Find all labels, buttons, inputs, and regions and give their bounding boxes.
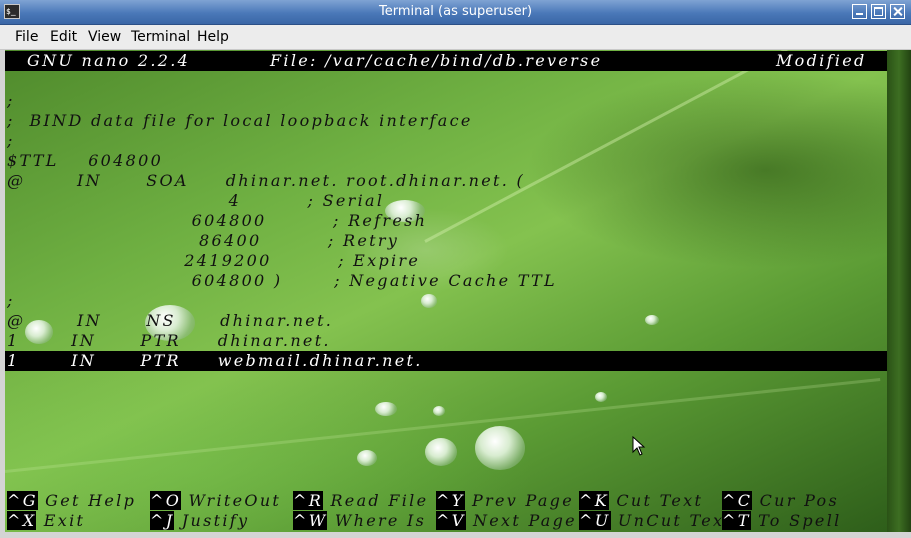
shortcut-label: UnCut Text	[610, 511, 734, 530]
shortcut-label: WriteOut	[181, 491, 282, 510]
menu-terminal[interactable]: Terminal	[131, 25, 190, 49]
close-button[interactable]	[890, 4, 905, 19]
cursor-line-highlight: 1 IN PTR webmail.dhinar.net.	[5, 351, 887, 371]
shortcut-key: ^C	[722, 491, 753, 510]
scrollbar[interactable]	[887, 50, 911, 532]
shortcut-justify[interactable]: ^J Justify	[150, 511, 249, 531]
shortcut-key: ^K	[579, 491, 609, 510]
file-line: ;	[7, 291, 15, 310]
shortcut-key: ^J	[150, 511, 175, 530]
file-line: @ IN NS dhinar.net.	[7, 311, 334, 330]
shortcut-label: Cur Pos	[752, 491, 839, 510]
shortcut-uncut-text[interactable]: ^U UnCut Text	[579, 511, 733, 531]
shortcut-key: ^G	[7, 491, 38, 510]
shortcut-key: ^O	[150, 491, 182, 510]
mouse-pointer-icon	[632, 436, 646, 456]
water-drop	[433, 406, 445, 416]
shortcut-key: ^Y	[436, 491, 465, 510]
menu-help[interactable]: Help	[197, 25, 229, 49]
shortcut-cur-pos[interactable]: ^C Cur Pos	[722, 491, 839, 511]
file-line: ; BIND data file for local loopback inte…	[7, 111, 473, 130]
water-drop	[645, 315, 659, 325]
shortcut-key: ^U	[579, 511, 611, 530]
shortcut-key: ^W	[293, 511, 328, 530]
menu-file[interactable]: File	[15, 25, 38, 49]
menu-edit[interactable]: Edit	[50, 25, 77, 49]
shortcut-label: Read File	[323, 491, 429, 510]
window-title: Terminal (as superuser)	[378, 4, 533, 19]
shortcut-prev-page[interactable]: ^Y Prev Page	[436, 491, 574, 511]
file-line: ;	[7, 91, 15, 110]
file-line: @ IN SOA dhinar.net. root.dhinar.net. (	[7, 171, 526, 190]
file-line: 1 IN PTR dhinar.net.	[7, 331, 331, 350]
shortcut-exit[interactable]: ^X Exit	[7, 511, 85, 531]
water-drop	[375, 402, 397, 416]
nano-version: GNU nano 2.2.4	[27, 51, 191, 70]
shortcut-label: Get Help	[37, 491, 137, 510]
menu-bar: File Edit View Terminal Help	[0, 25, 911, 50]
shortcut-label: Prev Page	[464, 491, 574, 510]
shortcut-label: Cut Text	[608, 491, 704, 510]
shortcut-label: Justify	[174, 511, 250, 530]
nano-filename: File: /var/cache/bind/db.reverse	[270, 51, 603, 70]
shortcut-where-is[interactable]: ^W Where Is	[293, 511, 426, 531]
terminal-screen[interactable]: GNU nano 2.2.4 File: /var/cache/bind/db.…	[5, 50, 887, 532]
file-line: 604800 ; Refresh	[7, 211, 428, 230]
nano-header: GNU nano 2.2.4 File: /var/cache/bind/db.…	[5, 51, 887, 71]
file-line: 604800 ) ; Negative Cache TTL	[7, 271, 557, 290]
shortcut-next-page[interactable]: ^V Next Page	[436, 511, 577, 531]
shortcut-cut-text[interactable]: ^K Cut Text	[579, 491, 703, 511]
shortcut-to-spell[interactable]: ^T To Spell	[722, 511, 842, 531]
shortcut-key: ^R	[293, 491, 324, 510]
nano-status: Modified	[776, 51, 867, 70]
water-drop	[595, 392, 607, 402]
water-drop	[425, 438, 457, 466]
file-line: $TTL 604800	[7, 151, 164, 170]
maximize-button[interactable]	[871, 4, 886, 19]
file-line: 4 ; Serial	[7, 191, 385, 210]
shortcut-label: Next Page	[465, 511, 577, 530]
file-line-current: 1 IN PTR webmail.dhinar.net.	[7, 351, 423, 370]
file-line: 2419200 ; Expire	[7, 251, 421, 270]
title-bar[interactable]: $_ Terminal (as superuser)	[0, 0, 911, 25]
minimize-button[interactable]	[852, 4, 867, 19]
window-frame-bottom	[0, 532, 911, 538]
shortcut-label: Where Is	[327, 511, 427, 530]
shortcut-key: ^T	[722, 511, 751, 530]
shortcut-label: To Spell	[750, 511, 842, 530]
shortcut-label: Exit	[36, 511, 86, 530]
terminal-window: $_ Terminal (as superuser) File Edit Vie…	[0, 0, 911, 538]
shortcut-key: ^V	[436, 511, 466, 530]
file-line: ;	[7, 131, 15, 150]
leaf-vein	[424, 50, 797, 243]
shortcut-writeout[interactable]: ^O WriteOut	[150, 491, 281, 511]
shortcut-key: ^X	[7, 511, 37, 530]
shortcut-get-help[interactable]: ^G Get Help	[7, 491, 136, 511]
water-drop	[357, 450, 377, 466]
shortcut-read-file[interactable]: ^R Read File	[293, 491, 428, 511]
menu-view[interactable]: View	[88, 25, 121, 49]
file-line: 86400 ; Retry	[7, 231, 400, 250]
water-drop	[475, 426, 525, 470]
water-drop	[421, 294, 437, 308]
